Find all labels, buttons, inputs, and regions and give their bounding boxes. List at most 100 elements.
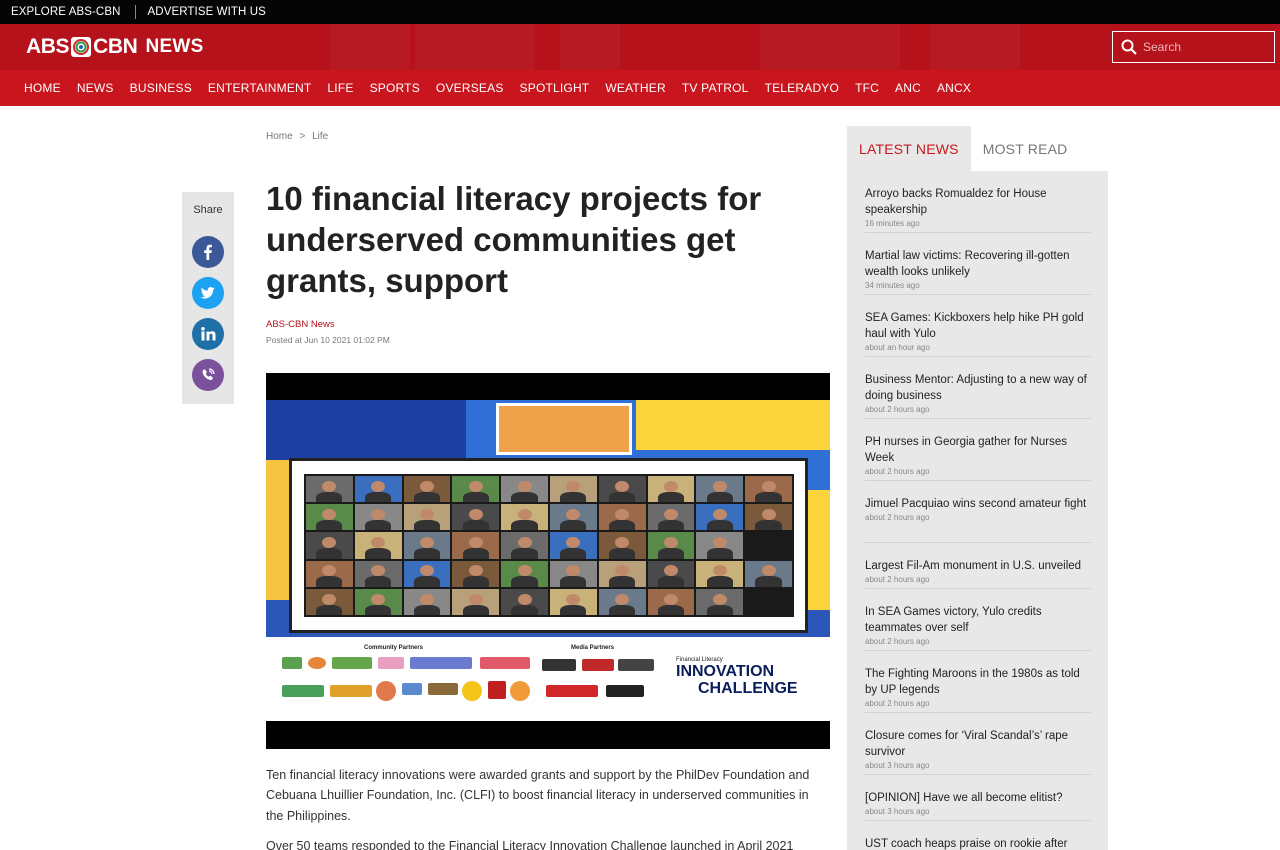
abs-cbn-news-logo[interactable]: ABS CBN NEWS <box>26 35 204 59</box>
header-decoration <box>330 24 410 70</box>
news-list-item[interactable]: Closure comes for ‘Viral Scandal’s’ rape… <box>865 713 1091 775</box>
twitter-share-button[interactable] <box>192 277 224 309</box>
news-headline[interactable]: SEA Games: Kickboxers help hike PH gold … <box>865 310 1091 342</box>
breadcrumb-section[interactable]: Life <box>312 131 328 142</box>
video-call-tile <box>647 532 695 559</box>
video-call-tile <box>647 504 695 531</box>
art-shape <box>806 490 830 610</box>
news-headline[interactable]: [OPINION] Have we all become elitist? <box>865 790 1091 806</box>
news-list-item[interactable]: In SEA Games victory, Yulo credits teamm… <box>865 589 1091 651</box>
breadcrumb-home[interactable]: Home <box>266 131 293 142</box>
news-list-item[interactable]: SEA Games: Kickboxers help hike PH gold … <box>865 295 1091 357</box>
community-partners-label: Community Partners <box>364 645 424 651</box>
nav-item-life[interactable]: LIFE <box>319 81 361 95</box>
video-call-tile <box>598 588 646 615</box>
video-call-grid <box>304 474 794 617</box>
video-call-tile <box>745 532 792 559</box>
partner-logo <box>376 681 396 701</box>
video-call-tile <box>549 504 597 531</box>
site-header: ABS CBN NEWS <box>0 24 1280 70</box>
video-call-tile <box>745 588 792 615</box>
article-paragraph: Ten financial literacy innovations were … <box>266 768 810 823</box>
video-call-tile <box>549 560 597 587</box>
tab-most-read[interactable]: MOST READ <box>970 126 1108 171</box>
video-call-tile <box>403 504 451 531</box>
nav-item-home[interactable]: HOME <box>16 81 69 95</box>
topbar-divider <box>134 5 136 19</box>
news-headline[interactable]: PH nurses in Georgia gather for Nurses W… <box>865 434 1091 466</box>
linkedin-share-button[interactable] <box>192 318 224 350</box>
partner-logo <box>282 685 324 697</box>
video-call-tile <box>452 560 500 587</box>
news-list-item[interactable]: PH nurses in Georgia gather for Nurses W… <box>865 419 1091 481</box>
news-list-item[interactable]: Arroyo backs Romualdez for House speaker… <box>865 171 1091 233</box>
news-list-item[interactable]: The Fighting Maroons in the 1980s as tol… <box>865 651 1091 713</box>
news-headline[interactable]: Jimuel Pacquiao wins second amateur figh… <box>865 496 1091 512</box>
zoom-gallery-frame <box>289 458 808 633</box>
nav-item-business[interactable]: BUSINESS <box>122 81 200 95</box>
partner-logo <box>510 681 530 701</box>
news-headline[interactable]: Arroyo backs Romualdez for House speaker… <box>865 186 1091 218</box>
video-call-tile <box>306 560 353 587</box>
news-list-item[interactable]: Jimuel Pacquiao wins second amateur figh… <box>865 481 1091 543</box>
article-title: 10 financial literacy projects for under… <box>266 180 762 299</box>
partner-logo <box>480 657 530 669</box>
viber-share-button[interactable] <box>192 359 224 391</box>
search-box[interactable] <box>1112 31 1275 63</box>
news-headline[interactable]: In SEA Games victory, Yulo credits teamm… <box>865 604 1091 636</box>
nav-item-news[interactable]: NEWS <box>69 81 122 95</box>
news-list-item[interactable]: Martial law victims: Recovering ill-gott… <box>865 233 1091 295</box>
news-list-item[interactable]: Largest Fil-Am monument in U.S. unveiled… <box>865 543 1091 589</box>
news-timestamp: about 2 hours ago <box>865 637 930 646</box>
news-list-item[interactable]: [OPINION] Have we all become elitist? abo… <box>865 775 1091 821</box>
nav-item-teleradyo[interactable]: TELERADYO <box>757 81 848 95</box>
news-list-item[interactable]: Business Mentor: Adjusting to a new way … <box>865 357 1091 419</box>
nav-item-anc[interactable]: ANC <box>887 81 929 95</box>
nav-item-ancx[interactable]: ANCX <box>929 81 979 95</box>
logo-text-cbn: CBN <box>93 35 138 58</box>
search-input[interactable] <box>1143 40 1263 54</box>
art-shape <box>266 400 466 460</box>
abs-cbn-eye-icon <box>71 37 92 57</box>
article-paragraph: Over 50 teams responded to the Financial… <box>266 838 794 850</box>
news-timestamp: about 3 hours ago <box>865 807 930 816</box>
art-shape <box>636 400 830 450</box>
news-list-item[interactable]: UST coach heaps praise on rookie after <box>865 821 1091 850</box>
news-headline[interactable]: UST coach heaps praise on rookie after <box>865 836 1091 850</box>
nav-item-sports[interactable]: SPORTS <box>362 81 428 95</box>
video-call-tile <box>354 588 402 615</box>
share-label: Share <box>193 204 223 216</box>
video-call-tile <box>501 560 548 587</box>
tab-latest-news[interactable]: LATEST NEWS <box>847 126 971 171</box>
sidebar-tabs: LATEST NEWS MOST READ <box>847 126 1108 171</box>
video-call-tile <box>501 588 548 615</box>
explore-abs-cbn-link[interactable]: EXPLORE ABS-CBN <box>11 6 121 18</box>
nav-item-entertainment[interactable]: ENTERTAINMENT <box>200 81 320 95</box>
top-utility-bar: EXPLORE ABS-CBN ADVERTISE WITH US <box>0 0 1280 24</box>
video-call-tile <box>696 532 744 559</box>
nav-item-weather[interactable]: WEATHER <box>597 81 674 95</box>
nav-item-tfc[interactable]: TFC <box>847 81 887 95</box>
news-headline[interactable]: Closure comes for ‘Viral Scandal’s’ rape… <box>865 728 1091 760</box>
news-timestamp: 16 minutes ago <box>865 219 920 228</box>
nav-item-tv-patrol[interactable]: TV PATROL <box>674 81 757 95</box>
facebook-share-button[interactable] <box>192 236 224 268</box>
news-headline[interactable]: The Fighting Maroons in the 1980s as tol… <box>865 666 1091 698</box>
video-call-tile <box>549 476 597 503</box>
news-headline[interactable]: Largest Fil-Am monument in U.S. unveiled <box>865 558 1091 574</box>
partner-logo <box>462 681 482 701</box>
news-timestamp: about 3 hours ago <box>865 761 930 770</box>
nav-item-spotlight[interactable]: SPOTLIGHT <box>512 81 598 95</box>
news-timestamp: about 2 hours ago <box>865 699 930 708</box>
logo-text-news: NEWS <box>145 36 204 57</box>
video-call-tile <box>696 560 744 587</box>
news-headline[interactable]: Business Mentor: Adjusting to a new way … <box>865 372 1091 404</box>
article-author[interactable]: ABS-CBN News <box>266 319 335 330</box>
news-headline[interactable]: Martial law victims: Recovering ill-gott… <box>865 248 1091 280</box>
advertise-link[interactable]: ADVERTISE WITH US <box>148 6 266 18</box>
search-icon[interactable] <box>1121 39 1137 55</box>
video-call-tile <box>647 560 695 587</box>
nav-item-overseas[interactable]: OVERSEAS <box>428 81 512 95</box>
media-logo <box>606 685 644 697</box>
partner-logo <box>308 657 326 669</box>
